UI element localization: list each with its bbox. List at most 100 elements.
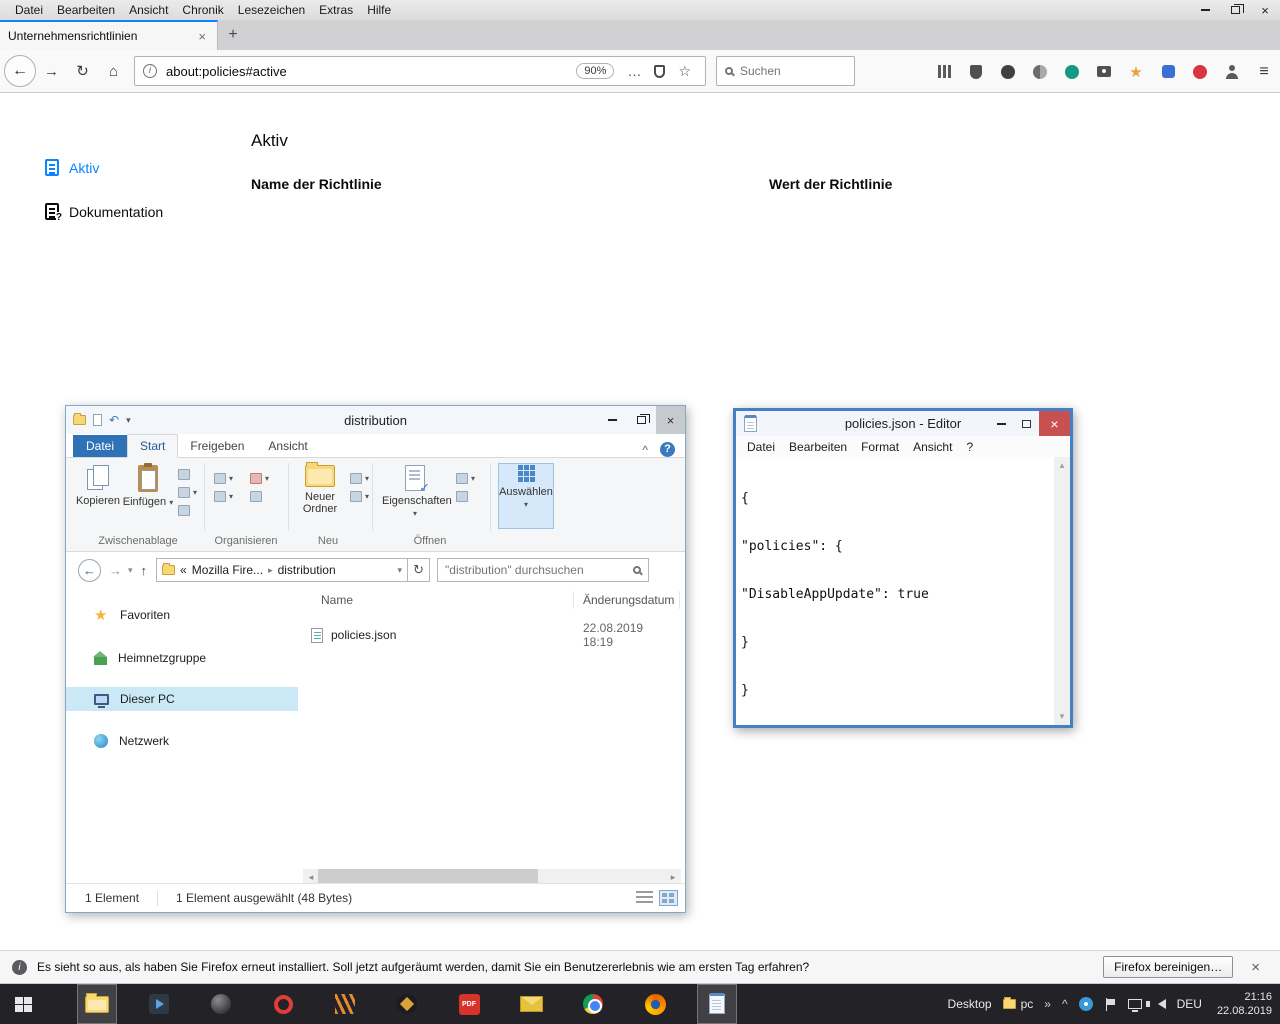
paste-shortcut-button[interactable] <box>178 504 197 517</box>
addon-icon-5[interactable] <box>1192 64 1208 80</box>
tab-close-icon[interactable]: × <box>195 29 209 44</box>
address-dropdown-icon[interactable]: ▾ <box>398 565 403 576</box>
menu-bearbeiten[interactable]: Bearbeiten <box>782 440 854 454</box>
menu-lesezeichen[interactable]: Lesezeichen <box>231 3 312 17</box>
maximize-icon[interactable] <box>1014 411 1039 436</box>
cut-button[interactable] <box>178 468 197 481</box>
menu-chronik[interactable]: Chronik <box>175 3 230 17</box>
forward-button[interactable]: → <box>36 63 67 80</box>
menu-bearbeiten[interactable]: Bearbeiten <box>50 3 122 17</box>
new-item-button[interactable]: ▾ <box>350 472 369 485</box>
delete-button[interactable]: ▾ <box>250 472 269 485</box>
refresh-firefox-button[interactable]: Firefox bereinigen… <box>1103 956 1233 978</box>
taskbar-explorer-button[interactable] <box>77 984 117 1024</box>
search-input[interactable] <box>740 64 846 78</box>
back-button[interactable]: ← <box>78 559 101 582</box>
taskbar-app-crest-button[interactable] <box>387 984 427 1024</box>
menu-ansicht[interactable]: Ansicht <box>122 3 175 17</box>
menu-datei[interactable]: Datei <box>8 3 50 17</box>
keyboard-language[interactable]: DEU <box>1177 997 1202 1011</box>
column-header-modified[interactable]: Änderungsdatum <box>583 593 674 607</box>
taskbar-mail-button[interactable] <box>511 984 551 1024</box>
paste-button[interactable]: Einfügen ▾ <box>122 463 174 509</box>
scroll-down-icon[interactable]: ▾ <box>1060 711 1065 722</box>
addon-icon-4[interactable] <box>1160 64 1176 80</box>
show-hidden-icons[interactable]: ^ <box>1062 997 1068 1011</box>
nav-item-heimnetzgruppe[interactable]: Heimnetzgruppe <box>66 646 298 670</box>
notepad-content[interactable]: { "policies": { "DisableAppUpdate": true… <box>741 459 1050 731</box>
home-button[interactable]: ⌂ <box>98 63 129 80</box>
reload-button[interactable]: ↻ <box>67 62 98 80</box>
explorer-app-icon[interactable] <box>73 415 86 425</box>
refresh-button[interactable]: ↻ <box>408 558 430 582</box>
bookmark-star-icon[interactable]: ☆ <box>678 63 691 80</box>
menu-extras[interactable]: Extras <box>312 3 360 17</box>
column-header-name[interactable]: Name <box>301 593 353 607</box>
desktop-toolbar-label[interactable]: Desktop <box>948 997 992 1011</box>
sidebar-item-aktiv[interactable]: Aktiv <box>45 159 99 176</box>
taskbar-app-sphere-button[interactable] <box>201 984 241 1024</box>
addon-icon-1[interactable] <box>1000 64 1016 80</box>
start-button[interactable] <box>0 984 46 1024</box>
notepad-titlebar[interactable]: policies.json - Editor × <box>736 411 1070 436</box>
address-bar[interactable]: « Mozilla Fire... ▸ distribution ▾ <box>156 558 408 582</box>
nav-item-favoriten[interactable]: ★ Favoriten <box>66 603 298 627</box>
scroll-left-icon[interactable]: ◂ <box>303 872 319 883</box>
properties-button[interactable]: Eigenschaften ▾ <box>382 463 448 520</box>
copy-to-button[interactable]: ▾ <box>214 490 233 503</box>
tab-ansicht[interactable]: Ansicht <box>256 435 319 457</box>
open-button[interactable]: ▾ <box>456 472 475 485</box>
taskbar-pdf-button[interactable] <box>449 984 489 1024</box>
addon-icon-2[interactable] <box>1032 64 1048 80</box>
taskb​ar-opera-button[interactable] <box>263 984 303 1024</box>
notepad-text-area[interactable]: { "policies": { "DisableAppUpdate": true… <box>736 457 1070 725</box>
select-button[interactable]: Auswählen ▾ <box>498 463 554 529</box>
close-icon[interactable]: × <box>1250 0 1280 20</box>
url-text[interactable]: about:policies#active <box>166 64 576 79</box>
back-button[interactable]: ← <box>4 55 36 87</box>
tab-unternehmensrichtlinien[interactable]: Unternehmensrichtlinien × <box>0 20 218 50</box>
menu-datei[interactable]: Datei <box>740 440 782 454</box>
up-button[interactable]: ↑ <box>141 563 148 578</box>
action-center-flag-icon[interactable] <box>1104 998 1117 1011</box>
restore-icon[interactable] <box>627 406 656 434</box>
file-row-policies-json[interactable]: policies.json 22.08.2019 18:19 <box>311 623 674 647</box>
taskbar-clock[interactable]: 21:16 22.08.2019 <box>1217 990 1272 1018</box>
tab-start[interactable]: Start <box>127 434 178 458</box>
minimize-icon[interactable] <box>598 406 627 434</box>
move-to-button[interactable]: ▾ <box>214 472 233 485</box>
close-notification-icon[interactable]: × <box>1243 959 1268 976</box>
explorer-search-input[interactable] <box>445 563 633 577</box>
close-icon[interactable]: × <box>1039 411 1070 436</box>
tray-update-icon[interactable] <box>1079 997 1093 1011</box>
network-tray-icon[interactable] <box>1128 999 1142 1009</box>
taskbar-app-media-button[interactable] <box>139 984 179 1024</box>
addon-star-icon[interactable]: ★ <box>1128 64 1144 80</box>
collapsed-crumbs-icon[interactable]: « <box>180 563 187 577</box>
tab-datei[interactable]: Datei <box>73 435 127 457</box>
taskbar-chrome-button[interactable] <box>573 984 613 1024</box>
recent-locations-icon[interactable]: ▾ <box>128 565 133 576</box>
new-folder-button[interactable]: Neuer Ordner <box>294 463 346 515</box>
history-button[interactable] <box>456 490 475 503</box>
rename-button[interactable] <box>250 490 269 503</box>
copy-button[interactable]: Kopieren <box>72 463 124 507</box>
page-actions-icon[interactable]: … <box>627 63 641 79</box>
site-info-icon[interactable] <box>143 64 157 78</box>
undo-icon[interactable]: ↶ <box>109 413 119 427</box>
copy-path-button[interactable]: ▾ <box>178 486 197 499</box>
menu-ansicht[interactable]: Ansicht <box>906 440 959 454</box>
new-tab-button[interactable]: + <box>218 20 248 50</box>
restore-icon[interactable] <box>1220 0 1250 20</box>
nav-item-netzwerk[interactable]: Netzwerk <box>66 729 298 753</box>
ribbon-collapse-icon[interactable]: ^ <box>642 443 648 457</box>
thumbnails-view-icon[interactable] <box>659 890 678 906</box>
breadcrumb-current[interactable]: distribution <box>278 563 336 577</box>
taskbar-notepad-button[interactable] <box>697 984 737 1024</box>
screenshot-camera-icon[interactable] <box>1096 64 1112 80</box>
volume-icon[interactable] <box>1158 999 1166 1009</box>
help-icon[interactable] <box>660 442 675 457</box>
scroll-up-icon[interactable]: ▴ <box>1060 460 1065 471</box>
tab-freigeben[interactable]: Freigeben <box>178 435 256 457</box>
zoom-level-badge[interactable]: 90% <box>576 63 614 79</box>
